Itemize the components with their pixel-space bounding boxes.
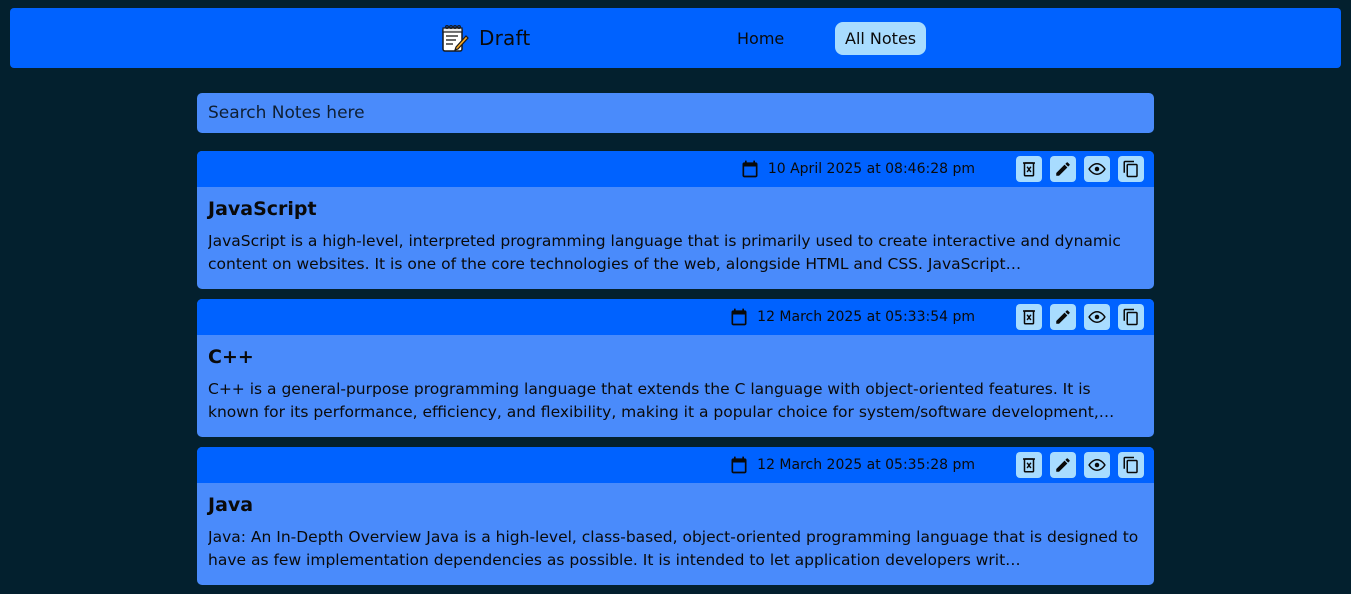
note-date: 12 March 2025 at 05:33:54 pm	[729, 299, 975, 335]
search-input[interactable]	[197, 93, 1154, 133]
delete-button[interactable]	[1016, 304, 1042, 330]
copy-icon	[1123, 308, 1138, 326]
calendar-icon	[731, 308, 747, 326]
brand-name: Draft	[479, 26, 531, 50]
note-date: 10 April 2025 at 08:46:28 pm	[740, 151, 975, 187]
edit-button[interactable]	[1050, 156, 1076, 182]
note-actions	[1016, 156, 1144, 182]
delete-icon	[1023, 458, 1035, 473]
note-card: 10 April 2025 at 08:46:28 pm JavaScript …	[197, 151, 1154, 289]
pencil-icon	[1056, 310, 1070, 324]
note-card-body[interactable]: JavaScript JavaScript is a high-level, i…	[197, 187, 1154, 276]
note-card: 12 March 2025 at 05:35:28 pm Java Java: …	[197, 447, 1154, 585]
copy-button[interactable]	[1118, 156, 1144, 182]
copy-icon	[1123, 160, 1138, 178]
calendar-icon	[731, 456, 747, 474]
eye-icon	[1088, 162, 1106, 176]
delete-button[interactable]	[1016, 156, 1042, 182]
edit-button[interactable]	[1050, 304, 1076, 330]
note-actions	[1016, 304, 1144, 330]
calendar-icon	[742, 160, 758, 178]
note-card: 12 March 2025 at 05:33:54 pm C++ C++ is …	[197, 299, 1154, 437]
note-card-body[interactable]: C++ C++ is a general-purpose programming…	[197, 335, 1154, 424]
delete-button[interactable]	[1016, 452, 1042, 478]
eye-icon	[1088, 310, 1106, 324]
delete-icon	[1023, 310, 1035, 325]
nav-home-link[interactable]: Home	[727, 22, 794, 55]
note-actions	[1016, 452, 1144, 478]
note-title: C++	[208, 346, 254, 368]
navbar: Draft Home All Notes	[10, 8, 1341, 68]
note-card-header: 12 March 2025 at 05:35:28 pm	[197, 447, 1154, 483]
eye-icon	[1088, 458, 1106, 472]
note-card-header: 10 April 2025 at 08:46:28 pm	[197, 151, 1154, 187]
note-card-header: 12 March 2025 at 05:33:54 pm	[197, 299, 1154, 335]
note-date-text: 10 April 2025 at 08:46:28 pm	[767, 161, 975, 177]
view-button[interactable]	[1084, 156, 1110, 182]
nav-all-notes-link[interactable]: All Notes	[835, 22, 927, 55]
note-card-body[interactable]: Java Java: An In-Depth Overview Java is …	[197, 483, 1154, 572]
note-date-text: 12 March 2025 at 05:33:54 pm	[757, 309, 975, 325]
note-content: JavaScript is a high-level, interpreted …	[208, 232, 1121, 273]
view-button[interactable]	[1084, 304, 1110, 330]
note-date-text: 12 March 2025 at 05:35:28 pm	[757, 457, 975, 473]
brand[interactable]: Draft	[439, 22, 530, 54]
notepad-pencil-icon	[442, 24, 469, 52]
edit-button[interactable]	[1050, 452, 1076, 478]
note-content: C++ is a general-purpose programming lan…	[208, 380, 1115, 421]
delete-icon	[1023, 162, 1035, 177]
pencil-icon	[1056, 162, 1070, 176]
note-date: 12 March 2025 at 05:35:28 pm	[729, 447, 975, 483]
note-title: Java	[208, 494, 254, 516]
note-content: Java: An In-Depth Overview Java is a hig…	[208, 528, 1139, 569]
copy-button[interactable]	[1118, 452, 1144, 478]
copy-button[interactable]	[1118, 304, 1144, 330]
pencil-icon	[1056, 458, 1070, 472]
copy-icon	[1123, 456, 1138, 474]
note-title: JavaScript	[208, 198, 317, 220]
view-button[interactable]	[1084, 452, 1110, 478]
